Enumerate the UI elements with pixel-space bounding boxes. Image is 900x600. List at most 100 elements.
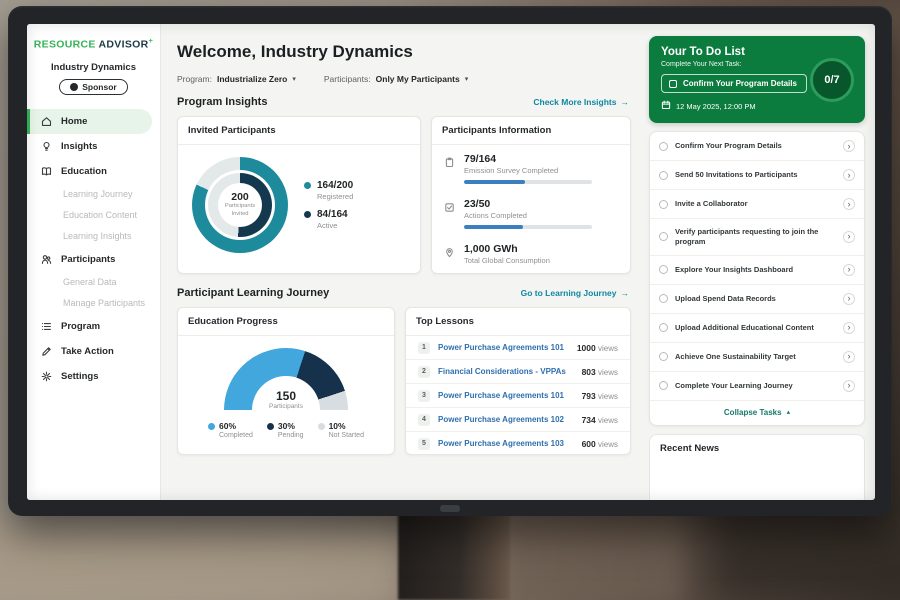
todo-task-row[interactable]: Confirm Your Program Details › bbox=[650, 132, 864, 161]
todo-progress-value: 0/7 bbox=[824, 74, 839, 86]
calendar-icon bbox=[661, 100, 671, 112]
next-task-box[interactable]: Confirm Your Program Details bbox=[661, 74, 807, 93]
org-name: Industry Dynamics bbox=[27, 62, 160, 73]
task-label: Upload Spend Data Records bbox=[675, 294, 836, 304]
chevron-right-icon: › bbox=[843, 140, 855, 152]
lesson-rank-badge: 2 bbox=[418, 366, 430, 378]
todo-task-row[interactable]: Explore Your Insights Dashboard › bbox=[650, 256, 864, 285]
chevron-down-icon: ▾ bbox=[292, 75, 296, 83]
monitor-stand bbox=[398, 512, 510, 600]
sidebar-item-label: Learning Insights bbox=[63, 231, 132, 241]
lesson-rank-badge: 5 bbox=[418, 438, 430, 450]
recent-news-card: Recent News bbox=[649, 434, 865, 501]
sidebar-item-program[interactable]: Program bbox=[27, 314, 160, 339]
collapse-tasks-button[interactable]: Collapse Tasks ▴ bbox=[650, 401, 864, 425]
sidebar-item-manage-participants[interactable]: Manage Participants bbox=[27, 293, 160, 314]
legend-item-not-started: 10% Not Started bbox=[318, 421, 364, 439]
task-checkbox-icon[interactable] bbox=[659, 265, 668, 274]
task-checkbox-icon[interactable] bbox=[659, 171, 668, 180]
todo-task-row[interactable]: Complete Your Learning Journey › bbox=[650, 372, 864, 401]
todo-task-row[interactable]: Upload Additional Educational Content › bbox=[650, 314, 864, 343]
arrow-right-icon: → bbox=[621, 97, 630, 107]
task-checkbox-icon[interactable] bbox=[659, 381, 668, 390]
chevron-right-icon: › bbox=[843, 169, 855, 181]
sidebar-item-learning-insights[interactable]: Learning Insights bbox=[27, 226, 160, 247]
invited-card-title: Invited Participants bbox=[178, 117, 420, 145]
background-wall bbox=[510, 516, 680, 600]
check-more-insights-link[interactable]: Check More Insights → bbox=[533, 97, 629, 107]
recent-news-title: Recent News bbox=[660, 443, 854, 454]
filters-bar: Program: Industrialize Zero ▾ Participan… bbox=[177, 74, 631, 84]
consumption-row: 1,000 GWh Total Global Consumption bbox=[432, 235, 630, 274]
todo-task-row[interactable]: Upload Spend Data Records › bbox=[650, 285, 864, 314]
sidebar-item-settings[interactable]: Settings bbox=[27, 364, 160, 389]
go-to-learning-journey-link[interactable]: Go to Learning Journey → bbox=[521, 288, 629, 298]
task-checkbox-icon[interactable] bbox=[659, 323, 668, 332]
legend-item-registered: 164/200 Registered bbox=[304, 180, 353, 201]
task-checkbox-icon[interactable] bbox=[659, 294, 668, 303]
due-date: 12 May 2025, 12:00 PM bbox=[676, 102, 756, 111]
gear-icon bbox=[41, 371, 53, 382]
todo-progress-ring: 0/7 bbox=[810, 58, 854, 102]
sidebar-item-insights[interactable]: Insights bbox=[27, 134, 160, 159]
participants-select[interactable]: Participants: Only My Participants ▾ bbox=[324, 74, 468, 84]
sidebar-item-participants[interactable]: Participants bbox=[27, 247, 160, 272]
sidebar-nav: Home Insights Education Learning Journey bbox=[27, 109, 160, 389]
lesson-link[interactable]: Power Purchase Agreements 101 bbox=[438, 343, 569, 352]
sidebar-item-general-data[interactable]: General Data bbox=[27, 272, 160, 293]
chevron-down-icon: ▾ bbox=[465, 75, 469, 83]
sponsor-badge[interactable]: Sponsor bbox=[59, 79, 127, 95]
page-title: Welcome, Industry Dynamics bbox=[177, 42, 631, 62]
task-label: Upload Additional Educational Content bbox=[675, 323, 836, 333]
lesson-row[interactable]: 4 Power Purchase Agreements 102 734 view… bbox=[406, 408, 630, 432]
program-insights-title: Program Insights bbox=[177, 96, 267, 108]
sidebar-item-label: Home bbox=[61, 116, 87, 127]
task-checkbox-icon[interactable] bbox=[659, 352, 668, 361]
lesson-link[interactable]: Power Purchase Agreements 101 bbox=[438, 391, 574, 400]
todo-panel: Your To Do List Complete Your Next Task:… bbox=[643, 24, 875, 500]
background-desk bbox=[0, 520, 400, 600]
todo-task-row[interactable]: Invite a Collaborator › bbox=[650, 190, 864, 219]
lesson-row[interactable]: 3 Power Purchase Agreements 101 793 view… bbox=[406, 384, 630, 408]
task-label: Complete Your Learning Journey bbox=[675, 381, 836, 391]
checkbox-icon[interactable] bbox=[669, 80, 677, 88]
task-label: Explore Your Insights Dashboard bbox=[675, 265, 836, 275]
emission-survey-row: 79/164 Emission Survey Completed bbox=[432, 145, 630, 190]
gauge-center: 150 Participants bbox=[224, 389, 348, 410]
education-legend: 60% Completed 30% Pending bbox=[208, 421, 364, 439]
lesson-row[interactable]: 5 Power Purchase Agreements 103 600 view… bbox=[406, 432, 630, 455]
main-content: Welcome, Industry Dynamics Program: Indu… bbox=[161, 24, 643, 500]
sidebar-item-label: Settings bbox=[61, 371, 98, 382]
sidebar: RESOURCE ADVISOR+ Industry Dynamics Spon… bbox=[27, 24, 161, 500]
lesson-row[interactable]: 1 Power Purchase Agreements 101 1000 vie… bbox=[406, 336, 630, 360]
lesson-link[interactable]: Power Purchase Agreements 102 bbox=[438, 415, 574, 424]
task-checkbox-icon[interactable] bbox=[659, 142, 668, 151]
sidebar-item-education[interactable]: Education bbox=[27, 159, 160, 184]
app-logo: RESOURCE ADVISOR+ bbox=[27, 36, 160, 51]
chevron-up-icon: ▴ bbox=[787, 408, 791, 416]
lesson-link[interactable]: Financial Considerations - VPPAs bbox=[438, 367, 574, 376]
task-checkbox-icon[interactable] bbox=[659, 200, 668, 209]
program-select[interactable]: Program: Industrialize Zero ▾ bbox=[177, 74, 296, 84]
sidebar-item-label: Education bbox=[61, 166, 107, 177]
sidebar-item-take-action[interactable]: Take Action bbox=[27, 339, 160, 364]
todo-task-row[interactable]: Achieve One Sustainability Target › bbox=[650, 343, 864, 372]
lesson-rank-badge: 4 bbox=[418, 414, 430, 426]
lesson-link[interactable]: Power Purchase Agreements 103 bbox=[438, 439, 574, 448]
donut-center-value: 200 bbox=[231, 191, 249, 203]
education-icon bbox=[41, 166, 53, 177]
todo-list-card: Confirm Your Program Details › Send 50 I… bbox=[649, 131, 865, 426]
task-checkbox-icon[interactable] bbox=[659, 232, 668, 241]
lesson-views: 803 views bbox=[582, 367, 618, 377]
todo-task-row[interactable]: Verify participants requesting to join t… bbox=[650, 219, 864, 256]
todo-task-row[interactable]: Send 50 Invitations to Participants › bbox=[650, 161, 864, 190]
sidebar-item-label: Manage Participants bbox=[63, 298, 145, 308]
next-task-label: Confirm Your Program Details bbox=[683, 79, 797, 88]
sidebar-item-education-content[interactable]: Education Content bbox=[27, 205, 160, 226]
sidebar-item-learning-journey[interactable]: Learning Journey bbox=[27, 184, 160, 205]
lesson-views: 793 views bbox=[582, 391, 618, 401]
task-label: Achieve One Sustainability Target bbox=[675, 352, 836, 362]
checklist-icon bbox=[444, 200, 455, 218]
sidebar-item-home[interactable]: Home bbox=[27, 109, 152, 134]
lesson-row[interactable]: 2 Financial Considerations - VPPAs 803 v… bbox=[406, 360, 630, 384]
